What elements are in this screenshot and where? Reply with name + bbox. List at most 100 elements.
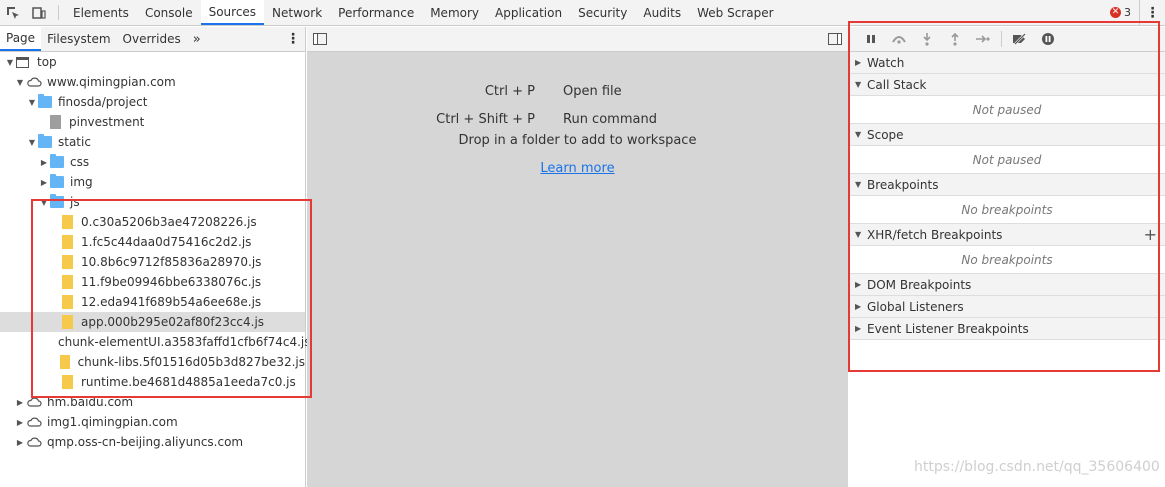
devtools-toolbar: Elements Console Sources Network Performance… [0, 0, 1165, 26]
tree-item[interactable]: ▶ css [0, 152, 305, 172]
tree-item[interactable]: app.000b295e02af80f23cc4.js [0, 312, 305, 332]
shortcut-row: Ctrl + Shift + P Run command [307, 105, 848, 133]
toggle-navigator-icon[interactable] [313, 33, 327, 45]
tab-overrides[interactable]: Overrides [117, 27, 187, 51]
tab-filesystem[interactable]: Filesystem [41, 27, 116, 51]
expanded-arrow-icon[interactable]: ▼ [38, 198, 50, 207]
section-call-stack[interactable]: ▼ Call Stack [849, 74, 1165, 96]
tree-item[interactable]: 1.fc5c44daa0d75416c2d2.js [0, 232, 305, 252]
tree-item[interactable]: ▼ js [0, 192, 305, 212]
section-dom-breakpoints[interactable]: ▶ DOM Breakpoints [849, 274, 1165, 296]
tree-item-label: static [58, 135, 91, 149]
tree-item-label: 0.c30a5206b3ae47208226.js [81, 215, 257, 229]
shortcut-key: Ctrl + Shift + P [436, 111, 535, 127]
more-tabs-button[interactable]: » [187, 27, 207, 51]
tree-item[interactable]: 12.eda941f689b54a6ee68e.js [0, 292, 305, 312]
expanded-arrow-icon[interactable]: ▼ [4, 58, 16, 67]
tree-item[interactable]: ▶ img [0, 172, 305, 192]
tab-sources[interactable]: Sources [200, 0, 265, 25]
tab-security[interactable]: Security [570, 0, 635, 25]
section-scope[interactable]: ▼ Scope [849, 124, 1165, 146]
section-global-listeners[interactable]: ▶ Global Listeners [849, 296, 1165, 318]
script-file-icon [62, 235, 73, 249]
error-icon: ✕ [1110, 7, 1121, 18]
section-title: Global Listeners [867, 299, 964, 314]
expanded-arrow-icon: ▼ [855, 80, 862, 89]
shortcut-action: Open file [563, 83, 622, 99]
collapsed-arrow-icon[interactable]: ▶ [14, 398, 26, 407]
tab-network[interactable]: Network [264, 0, 330, 25]
section-event-listener-breakpoints[interactable]: ▶ Event Listener Breakpoints [849, 318, 1165, 340]
add-breakpoint-icon[interactable]: + [1144, 225, 1157, 244]
section-watch[interactable]: ▶ Watch [849, 52, 1165, 74]
inspect-element-icon[interactable] [0, 0, 26, 25]
tab-page[interactable]: Page [0, 27, 42, 51]
collapsed-arrow-icon[interactable]: ▶ [38, 178, 50, 187]
toggle-debugger-icon[interactable] [828, 33, 842, 45]
script-file-icon [62, 295, 73, 309]
tree-item[interactable]: chunk-libs.5f01516d05b3d827be32.js [0, 352, 305, 372]
folder-icon [38, 94, 52, 108]
section-title: Watch [867, 55, 905, 70]
collapsed-arrow-icon[interactable]: ▶ [14, 418, 26, 427]
tab-memory[interactable]: Memory [422, 0, 487, 25]
toolbar-divider [58, 5, 59, 20]
sources-navigator: Page Filesystem Overrides » ⋮ ▼ top ▼ www.q… [0, 27, 311, 487]
customize-menu-icon[interactable]: ⋮ [1139, 0, 1165, 25]
error-counter[interactable]: ✕ 3 [1102, 0, 1139, 25]
section-title: Scope [867, 127, 904, 142]
drop-folder-hint: Drop in a folder to add to workspace [458, 133, 697, 148]
folder-icon [50, 194, 64, 208]
expanded-arrow-icon[interactable]: ▼ [26, 138, 38, 147]
tree-item[interactable]: 0.c30a5206b3ae47208226.js [0, 212, 305, 232]
script-file-icon [60, 355, 70, 369]
tab-console[interactable]: Console [137, 0, 201, 25]
device-toolbar-icon[interactable] [26, 0, 52, 25]
learn-more-link[interactable]: Learn more [307, 161, 848, 176]
panel-tabs: Elements Console Sources Network Performance… [65, 0, 782, 25]
tree-item[interactable]: ▼ finosda/project [0, 92, 305, 112]
tree-item[interactable]: 10.8b6c9712f85836a28970.js [0, 252, 305, 272]
section-xhr-fetch-breakpoints[interactable]: ▼ XHR/fetch Breakpoints + [849, 224, 1165, 246]
script-file-icon [62, 255, 73, 269]
tree-item[interactable]: ▶ qmp.oss-cn-beijing.aliyuncs.com [0, 432, 305, 452]
tree-item[interactable]: pinvestment [0, 112, 305, 132]
tree-item-label: pinvestment [69, 115, 145, 129]
step-out-icon[interactable] [941, 29, 969, 49]
deactivate-breakpoints-icon[interactable] [1006, 29, 1034, 49]
tree-item-label: www.qimingpian.com [47, 75, 176, 89]
step-into-icon[interactable] [913, 29, 941, 49]
tree-item-label: img1.qimingpian.com [47, 415, 178, 429]
tree-item[interactable]: chunk-elementUI.a3583faffd1cfb6f74c4.js [0, 332, 311, 352]
step-over-icon[interactable] [885, 29, 913, 49]
tab-audits[interactable]: Audits [635, 0, 689, 25]
tree-item[interactable]: ▼ www.qimingpian.com [0, 72, 305, 92]
expanded-arrow-icon[interactable]: ▼ [26, 98, 38, 107]
section-breakpoints[interactable]: ▼ Breakpoints [849, 174, 1165, 196]
tab-application[interactable]: Application [487, 0, 570, 25]
tab-web-scraper[interactable]: Web Scraper [689, 0, 781, 25]
tree-item[interactable]: 11.f9be09946bbe6338076c.js [0, 272, 305, 292]
collapsed-arrow-icon: ▶ [855, 302, 862, 311]
tree-item-label: hm.baidu.com [47, 395, 134, 409]
tree-item-label: app.000b295e02af80f23cc4.js [81, 315, 265, 329]
tree-item[interactable]: ▶ img1.qimingpian.com [0, 412, 305, 432]
navigator-menu-icon[interactable]: ⋮ [281, 27, 305, 51]
pause-on-exceptions-icon[interactable] [1034, 29, 1062, 49]
tree-item-label: 12.eda941f689b54a6ee68e.js [81, 295, 262, 309]
collapsed-arrow-icon: ▶ [855, 280, 862, 289]
tab-elements[interactable]: Elements [65, 0, 137, 25]
cloud-icon [27, 77, 42, 87]
tree-item[interactable]: ▼ top [0, 52, 305, 72]
step-icon[interactable] [969, 29, 997, 49]
tab-performance[interactable]: Performance [330, 0, 422, 25]
expanded-arrow-icon: ▼ [855, 230, 862, 239]
collapsed-arrow-icon[interactable]: ▶ [38, 158, 50, 167]
pause-icon[interactable] [857, 29, 885, 49]
tree-item[interactable]: ▼ static [0, 132, 305, 152]
tree-item[interactable]: ▶ hm.baidu.com [0, 392, 305, 412]
expanded-arrow-icon[interactable]: ▼ [14, 78, 26, 87]
error-count: 3 [1124, 6, 1131, 19]
tree-item[interactable]: runtime.be4681d4885a1eeda7c0.js [0, 372, 305, 392]
collapsed-arrow-icon[interactable]: ▶ [14, 438, 26, 447]
